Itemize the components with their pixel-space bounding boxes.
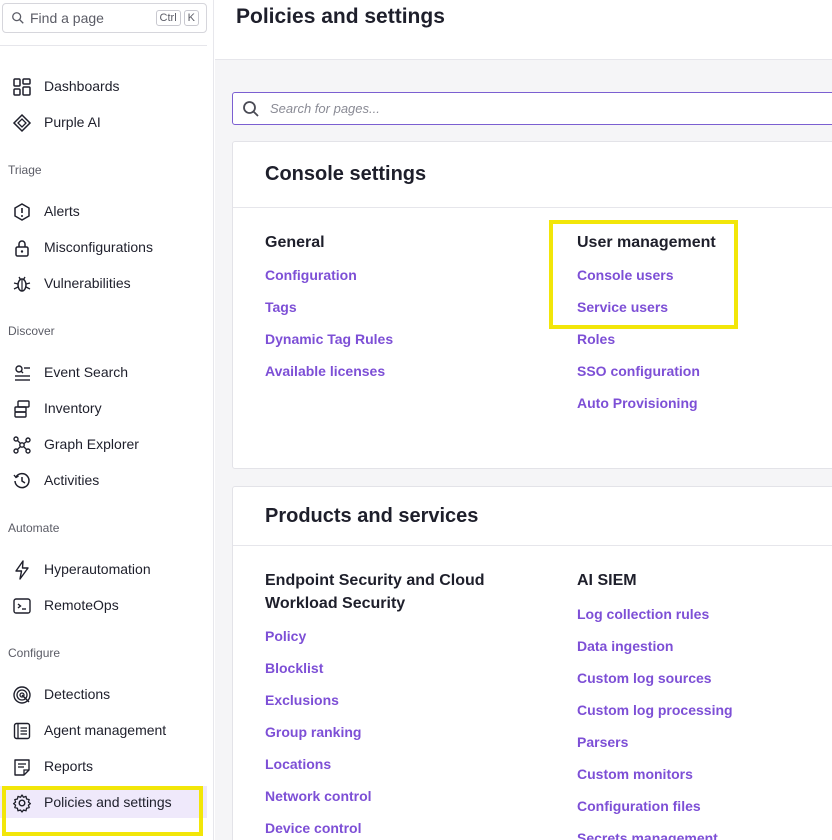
gear-icon xyxy=(12,794,32,813)
sidebar-item-detections[interactable]: Detections xyxy=(0,678,207,710)
sidebar-item-label: Inventory xyxy=(44,400,102,416)
inventory-stack-icon xyxy=(14,400,30,418)
lightning-icon xyxy=(15,560,29,580)
sidebar-item-label: Misconfigurations xyxy=(44,239,153,255)
sidebar: Find a page Ctrl K Dashboards Purple AI … xyxy=(0,0,214,840)
endpoint-security-column: Endpoint Security and Cloud Workload Sec… xyxy=(265,569,555,615)
dashboard-grid-icon xyxy=(13,78,31,96)
products-and-services-card: Products and services Endpoint Security … xyxy=(232,486,832,840)
link-configuration[interactable]: Configuration xyxy=(265,267,357,283)
page-search-bar[interactable] xyxy=(232,92,832,125)
link-console-users[interactable]: Console users xyxy=(577,267,673,283)
event-search-icon xyxy=(15,365,30,381)
sidebar-item-agent-management[interactable]: Agent management xyxy=(0,714,207,746)
purple-ai-icon xyxy=(12,113,32,133)
link-custom-log-processing[interactable]: Custom log processing xyxy=(577,702,733,718)
lock-icon xyxy=(15,240,29,257)
column-heading: User management xyxy=(577,234,716,251)
link-secrets-management[interactable]: Secrets management xyxy=(577,830,718,840)
link-group-ranking[interactable]: Group ranking xyxy=(265,724,361,740)
bug-icon xyxy=(13,276,31,292)
link-roles[interactable]: Roles xyxy=(577,331,615,347)
search-icon xyxy=(243,100,259,117)
card-title: Console settings xyxy=(265,163,427,185)
sidebar-item-label: Graph Explorer xyxy=(44,436,139,452)
link-locations[interactable]: Locations xyxy=(265,756,331,772)
sidebar-item-label: Detections xyxy=(44,686,111,702)
sidebar-item-label: Agent management xyxy=(44,722,167,738)
agent-list-icon xyxy=(13,722,31,740)
column-heading: AI SIEM xyxy=(577,572,637,589)
sidebar-item-alerts[interactable]: Alerts xyxy=(0,195,207,227)
page-header: Policies and settings xyxy=(215,0,832,60)
sidebar-item-purple-ai[interactable]: Purple AI xyxy=(0,106,207,138)
column-heading: General xyxy=(265,234,325,251)
history-clock-icon xyxy=(13,472,30,489)
sidebar-item-label: Vulnerabilities xyxy=(44,275,131,291)
user-management-column: User management xyxy=(577,231,827,254)
sidebar-item-label: Event Search xyxy=(44,364,129,380)
section-triage: Triage xyxy=(8,163,42,177)
link-data-ingestion[interactable]: Data ingestion xyxy=(577,638,673,654)
link-custom-log-sources[interactable]: Custom log sources xyxy=(577,670,712,686)
sidebar-item-dashboards[interactable]: Dashboards xyxy=(0,70,207,102)
link-auto-provisioning[interactable]: Auto Provisioning xyxy=(577,395,698,411)
sidebar-item-inventory[interactable]: Inventory xyxy=(0,392,207,424)
link-available-licenses[interactable]: Available licenses xyxy=(265,363,385,379)
sidebar-item-event-search[interactable]: Event Search xyxy=(0,356,207,388)
page-search-input[interactable] xyxy=(270,101,810,116)
link-service-users[interactable]: Service users xyxy=(577,299,668,315)
find-page-search[interactable]: Find a page Ctrl K xyxy=(2,3,207,33)
link-configuration-files[interactable]: Configuration files xyxy=(577,798,701,814)
sidebar-item-reports[interactable]: Reports xyxy=(0,750,207,782)
link-policy[interactable]: Policy xyxy=(265,628,306,644)
sidebar-item-label: Reports xyxy=(44,758,94,774)
section-automate: Automate xyxy=(8,521,60,535)
sidebar-divider xyxy=(0,45,207,46)
find-page-placeholder: Find a page xyxy=(30,10,104,26)
alert-hexagon-icon xyxy=(14,203,30,221)
link-tags[interactable]: Tags xyxy=(265,299,297,315)
sidebar-item-activities[interactable]: Activities xyxy=(0,464,207,496)
link-sso-configuration[interactable]: SSO configuration xyxy=(577,363,700,379)
sidebar-item-label: Policies and settings xyxy=(44,794,172,810)
page-title: Policies and settings xyxy=(236,5,445,28)
console-settings-card: Console settings General Configuration T… xyxy=(232,141,832,469)
sidebar-item-label: Alerts xyxy=(44,203,80,219)
column-heading: Endpoint Security and Cloud Workload Sec… xyxy=(265,572,485,612)
graph-nodes-icon xyxy=(13,436,31,454)
sidebar-item-label: Purple AI xyxy=(44,114,101,130)
sidebar-item-label: Dashboards xyxy=(44,78,120,94)
radar-icon xyxy=(13,686,31,704)
link-device-control[interactable]: Device control xyxy=(265,820,361,836)
link-log-collection-rules[interactable]: Log collection rules xyxy=(577,606,709,622)
link-exclusions[interactable]: Exclusions xyxy=(265,692,339,708)
sidebar-item-vulnerabilities[interactable]: Vulnerabilities xyxy=(0,267,207,299)
link-custom-monitors[interactable]: Custom monitors xyxy=(577,766,693,782)
link-dynamic-tag-rules[interactable]: Dynamic Tag Rules xyxy=(265,331,393,347)
shortcut-key-k: K xyxy=(183,10,199,26)
general-column: General xyxy=(265,231,545,254)
sidebar-item-label: RemoteOps xyxy=(44,597,119,613)
link-parsers[interactable]: Parsers xyxy=(577,734,628,750)
link-blocklist[interactable]: Blocklist xyxy=(265,660,323,676)
section-discover: Discover xyxy=(8,324,55,338)
sidebar-item-misconfigurations[interactable]: Misconfigurations xyxy=(0,231,207,263)
link-network-control[interactable]: Network control xyxy=(265,788,372,804)
sidebar-item-label: Activities xyxy=(44,472,100,488)
card-divider xyxy=(233,545,832,546)
terminal-window-icon xyxy=(13,598,31,614)
sidebar-item-policies-and-settings[interactable]: Policies and settings xyxy=(0,786,207,818)
section-configure: Configure xyxy=(8,646,61,660)
ai-siem-column: AI SIEM xyxy=(577,569,827,592)
report-doc-icon xyxy=(14,759,30,776)
search-icon xyxy=(12,12,24,24)
sidebar-item-graph-explorer[interactable]: Graph Explorer xyxy=(0,428,207,460)
card-title: Products and services xyxy=(265,505,479,527)
sidebar-item-hyperautomation[interactable]: Hyperautomation xyxy=(0,553,207,585)
sidebar-item-remoteops[interactable]: RemoteOps xyxy=(0,589,207,621)
sidebar-item-label: Hyperautomation xyxy=(44,561,151,577)
card-divider xyxy=(233,207,832,208)
shortcut-key-ctrl: Ctrl xyxy=(155,10,181,26)
